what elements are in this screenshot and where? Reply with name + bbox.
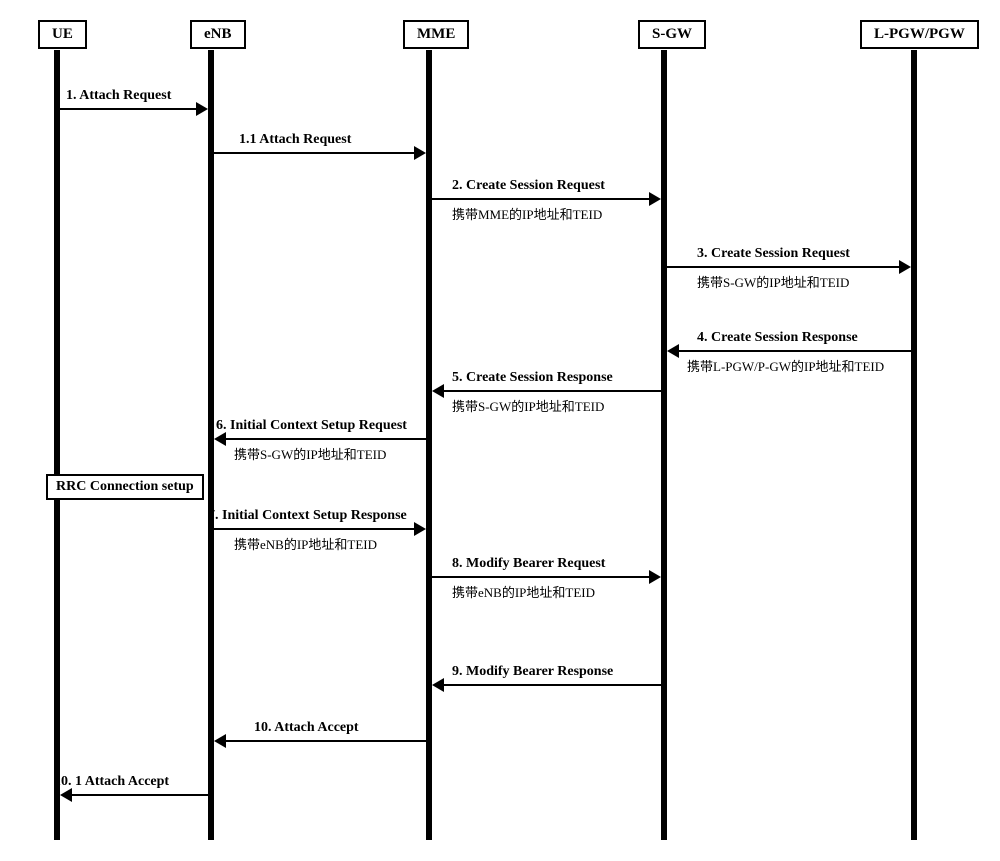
msg-1-label: 1. Attach Request	[66, 88, 171, 104]
lifeline-ue	[54, 50, 60, 840]
msg-3-label: 3. Create Session Request	[697, 246, 850, 262]
actor-enb: eNB	[190, 20, 246, 49]
msg-6-label: 6. Initial Context Setup Request	[216, 418, 407, 434]
lifeline-sgw	[661, 50, 667, 840]
msg-7-label: 7. Initial Context Setup Response	[208, 508, 407, 524]
msg-6-sub: 携带S-GW的IP地址和TEID	[234, 444, 386, 463]
msg-5-sub: 携带S-GW的IP地址和TEID	[452, 396, 604, 415]
msg-5-label: 5. Create Session Response	[452, 370, 613, 386]
msg-9-label: 9. Modify Bearer Response	[452, 664, 613, 680]
actor-ue: UE	[38, 20, 87, 49]
msg-4-label: 4. Create Session Response	[697, 330, 858, 346]
msg-8-label: 8. Modify Bearer Request	[452, 556, 605, 572]
note-rrc: RRC Connection setup	[46, 474, 204, 500]
actor-sgw: S-GW	[638, 20, 706, 49]
msg-10-1-label: 10. 1 Attach Accept	[54, 774, 169, 790]
msg-3-sub: 携带S-GW的IP地址和TEID	[697, 272, 849, 291]
lifeline-mme	[426, 50, 432, 840]
msg-1-1-label: 1.1 Attach Request	[239, 132, 351, 148]
msg-7-sub: 携带eNB的IP地址和TEID	[234, 534, 377, 553]
msg-10-label: 10. Attach Accept	[254, 720, 359, 736]
msg-8-sub: 携带eNB的IP地址和TEID	[452, 582, 595, 601]
actor-mme: MME	[403, 20, 469, 49]
sequence-diagram: UE eNB MME S-GW L-PGW/PGW 1. Attach Requ…	[20, 20, 980, 840]
msg-2-label: 2. Create Session Request	[452, 178, 605, 194]
lifeline-lpgw	[911, 50, 917, 840]
msg-2-sub: 携带MME的IP地址和TEID	[452, 204, 602, 223]
actor-lpgw: L-PGW/PGW	[860, 20, 979, 49]
msg-4-sub: 携带L-PGW/P-GW的IP地址和TEID	[687, 356, 884, 375]
